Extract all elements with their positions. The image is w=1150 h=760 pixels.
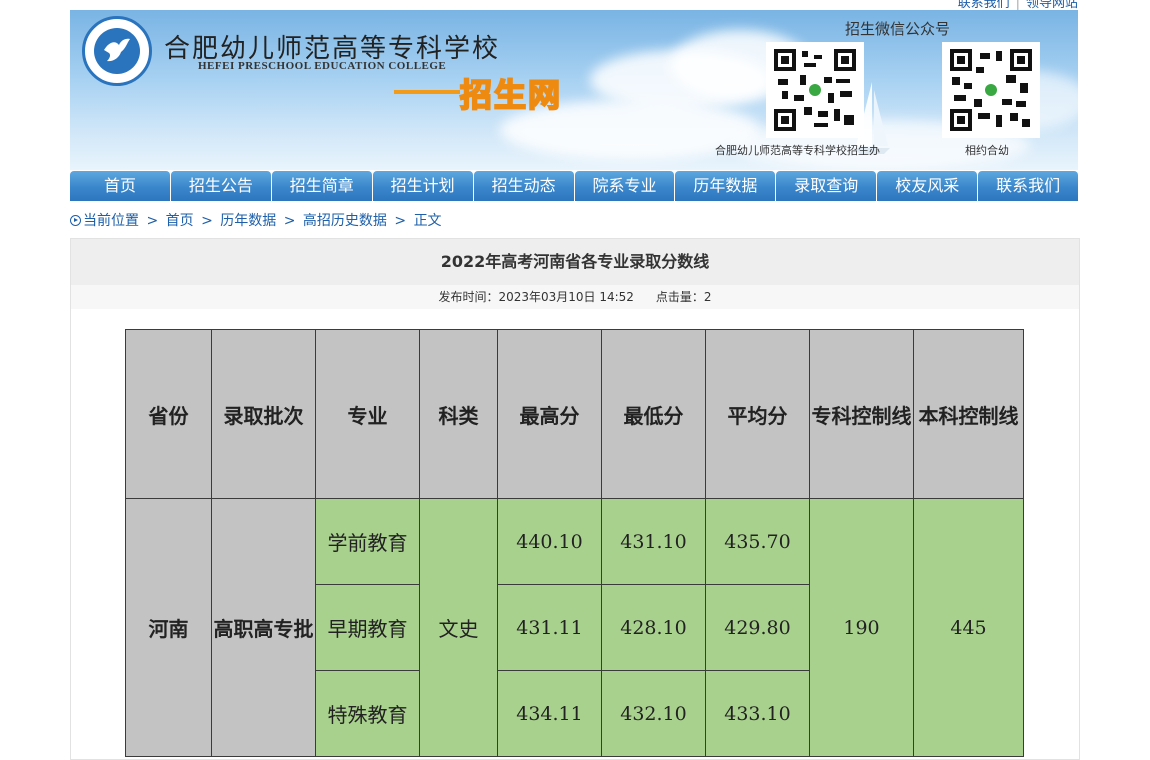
qr-code-xiangyue bbox=[942, 42, 1040, 138]
qr-caption-xiangyue: 相约合幼 bbox=[965, 144, 1009, 157]
main-nav: 首页 招生公告 招生简章 招生计划 招生动态 院系专业 历年数据 录取查询 校友… bbox=[70, 171, 1079, 201]
breadcrumb-separator: > bbox=[283, 213, 296, 229]
qr-code-admissions bbox=[766, 42, 864, 138]
nav-contact[interactable]: 联系我们 bbox=[978, 171, 1079, 201]
cell-major: 早期教育 bbox=[315, 584, 420, 671]
school-name-en: HEFEI PRESCHOOL EDUCATION COLLEGE bbox=[198, 60, 447, 72]
nav-brochure[interactable]: 招生简章 bbox=[271, 171, 372, 201]
breadcrumb-current: 正文 bbox=[413, 213, 442, 229]
view-count: 点击量：2 bbox=[655, 290, 712, 304]
nav-news[interactable]: 招生动态 bbox=[473, 171, 574, 201]
col-header-vocational-line: 专科控制线 bbox=[809, 329, 914, 499]
qr-caption-admissions: 合肥幼儿师范高等专科学校招生办 bbox=[715, 144, 880, 157]
col-header-min: 最低分 bbox=[601, 329, 706, 499]
cell-avg: 429.80 bbox=[705, 584, 810, 671]
cell-avg: 435.70 bbox=[705, 498, 810, 585]
breadcrumb: 当前位置 > 首页 > 历年数据 > 高招历史数据 > 正文 bbox=[70, 210, 442, 230]
col-header-province: 省份 bbox=[125, 329, 212, 499]
nav-alumni[interactable]: 校友风采 bbox=[877, 171, 978, 201]
site-name: 招生网 bbox=[459, 75, 563, 115]
cell-avg: 433.10 bbox=[705, 670, 810, 757]
nav-home[interactable]: 首页 bbox=[70, 171, 170, 201]
site-name-dash bbox=[394, 90, 460, 94]
wechat-title: 招生微信公众号 bbox=[845, 20, 951, 38]
col-header-avg: 平均分 bbox=[705, 329, 810, 499]
breadcrumb-separator: > bbox=[201, 213, 213, 229]
score-table: 省份 录取批次 专业 科类 最高分 最低分 平均分 专科控制线 本科控制线 河南… bbox=[125, 329, 1024, 757]
article-panel: 2022年高考河南省各专业录取分数线 发布时间：2023年03月10日 14:5… bbox=[70, 238, 1080, 760]
article-meta: 发布时间：2023年03月10日 14:52 点击量：2 bbox=[71, 285, 1079, 309]
cell-province: 河南 bbox=[125, 498, 212, 757]
nav-departments[interactable]: 院系专业 bbox=[574, 171, 675, 201]
nav-admission-query[interactable]: 录取查询 bbox=[776, 171, 877, 201]
cell-min: 432.10 bbox=[601, 670, 706, 757]
cell-max: 434.11 bbox=[497, 670, 602, 757]
breadcrumb-history-data[interactable]: 历年数据 bbox=[220, 213, 276, 229]
col-header-major: 专业 bbox=[315, 329, 420, 499]
table-row: 河南 高职高专批 学前教育 文史 440.10 431.10 435.70 19… bbox=[125, 498, 1024, 757]
col-header-undergrad-line: 本科控制线 bbox=[913, 329, 1024, 499]
breadcrumb-separator: > bbox=[394, 213, 407, 229]
cell-min: 431.10 bbox=[601, 498, 706, 585]
col-header-max: 最高分 bbox=[497, 329, 602, 499]
col-header-batch: 录取批次 bbox=[211, 329, 316, 499]
col-header-category: 科类 bbox=[419, 329, 498, 499]
location-icon bbox=[70, 215, 81, 226]
breadcrumb-label: 当前位置 bbox=[83, 213, 139, 229]
breadcrumb-gaokao-history[interactable]: 高招历史数据 bbox=[303, 213, 387, 229]
cell-min: 428.10 bbox=[601, 584, 706, 671]
nav-history-data[interactable]: 历年数据 bbox=[675, 171, 776, 201]
cell-undergrad-line: 445 bbox=[913, 498, 1024, 757]
cell-max: 440.10 bbox=[497, 498, 602, 585]
cell-batch: 高职高专批 bbox=[211, 498, 316, 757]
header-banner: 合肥幼儿师范高等专科学校 HEFEI PRESCHOOL EDUCATION C… bbox=[70, 10, 1078, 170]
school-logo[interactable] bbox=[82, 16, 152, 86]
nav-plan[interactable]: 招生计划 bbox=[372, 171, 473, 201]
nav-announcements[interactable]: 招生公告 bbox=[170, 171, 271, 201]
breadcrumb-separator: > bbox=[146, 213, 159, 229]
table-header-row: 省份 录取批次 专业 科类 最高分 最低分 平均分 专科控制线 本科控制线 bbox=[125, 329, 1024, 499]
breadcrumb-home[interactable]: 首页 bbox=[166, 213, 194, 229]
cell-max: 431.11 bbox=[497, 584, 602, 671]
cell-major: 学前教育 bbox=[315, 498, 420, 585]
cell-vocational-line: 190 bbox=[809, 498, 914, 757]
publish-time: 发布时间：2023年03月10日 14:52 bbox=[438, 290, 634, 304]
cell-category: 文史 bbox=[419, 498, 498, 757]
cell-major: 特殊教育 bbox=[315, 670, 420, 757]
article-title: 2022年高考河南省各专业录取分数线 bbox=[71, 239, 1079, 285]
dove-icon bbox=[104, 38, 130, 62]
